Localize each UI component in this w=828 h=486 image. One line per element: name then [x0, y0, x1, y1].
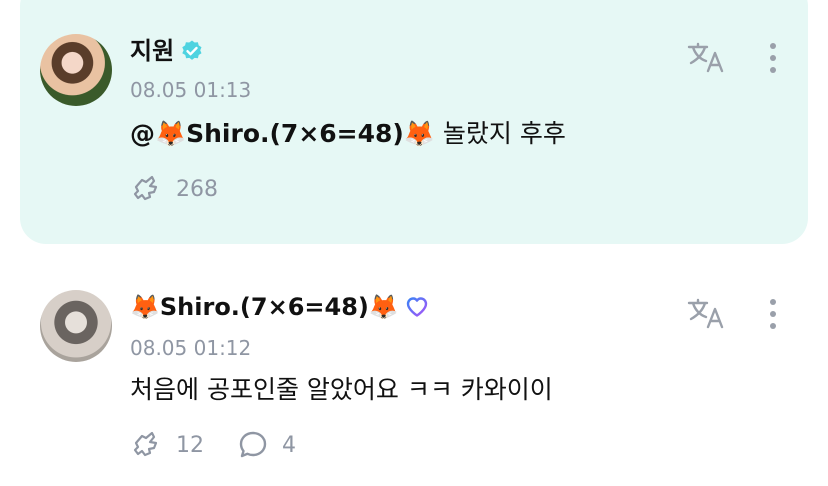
like-icon: [133, 431, 158, 457]
post-content: @🦊Shiro.(7×6=48)🦊 놀랐지 후후: [130, 116, 566, 152]
more-vertical-icon[interactable]: [764, 40, 782, 76]
reply-actions: 12 4: [130, 428, 314, 462]
post-actions: 268: [130, 172, 236, 206]
author-name[interactable]: 🦊Shiro.(7×6=48)🦊: [130, 290, 399, 324]
reply-card: 🦊Shiro.(7×6=48)🦊 08.05 01:12 처음에 공포인줄 알았…: [0, 268, 828, 486]
timestamp: 08.05 01:13: [130, 78, 252, 102]
author-row: 🦊Shiro.(7×6=48)🦊: [130, 290, 429, 324]
author-row: 지원: [130, 34, 204, 68]
translate-icon[interactable]: [686, 40, 726, 74]
verified-check-icon: [182, 40, 202, 60]
heart-outline-icon: [406, 297, 427, 317]
author-name[interactable]: 지원: [130, 34, 174, 68]
avatar[interactable]: [40, 290, 112, 362]
comment-icon: [239, 431, 267, 458]
mention-link[interactable]: @🦊Shiro.(7×6=48)🦊: [130, 119, 435, 148]
more-vertical-icon[interactable]: [764, 296, 782, 332]
like-count: 12: [176, 432, 204, 458]
like-count: 268: [176, 176, 218, 202]
like-button[interactable]: 12: [130, 428, 204, 462]
comment-button[interactable]: 4: [236, 428, 296, 462]
comment-count: 4: [282, 432, 296, 458]
translate-icon[interactable]: [686, 296, 726, 330]
post-text: 놀랐지 후후: [434, 119, 566, 148]
post-card-highlighted: 지원 08.05 01:13 @🦊Shiro.(7×6=48)🦊 놀랐지 후후 …: [0, 0, 828, 244]
avatar[interactable]: [40, 34, 112, 106]
like-icon: [133, 175, 158, 201]
like-button[interactable]: 268: [130, 172, 218, 206]
reply-content: 처음에 공포인줄 알았어요 ㅋㅋ 카와이이: [130, 375, 553, 404]
timestamp: 08.05 01:12: [130, 336, 252, 360]
